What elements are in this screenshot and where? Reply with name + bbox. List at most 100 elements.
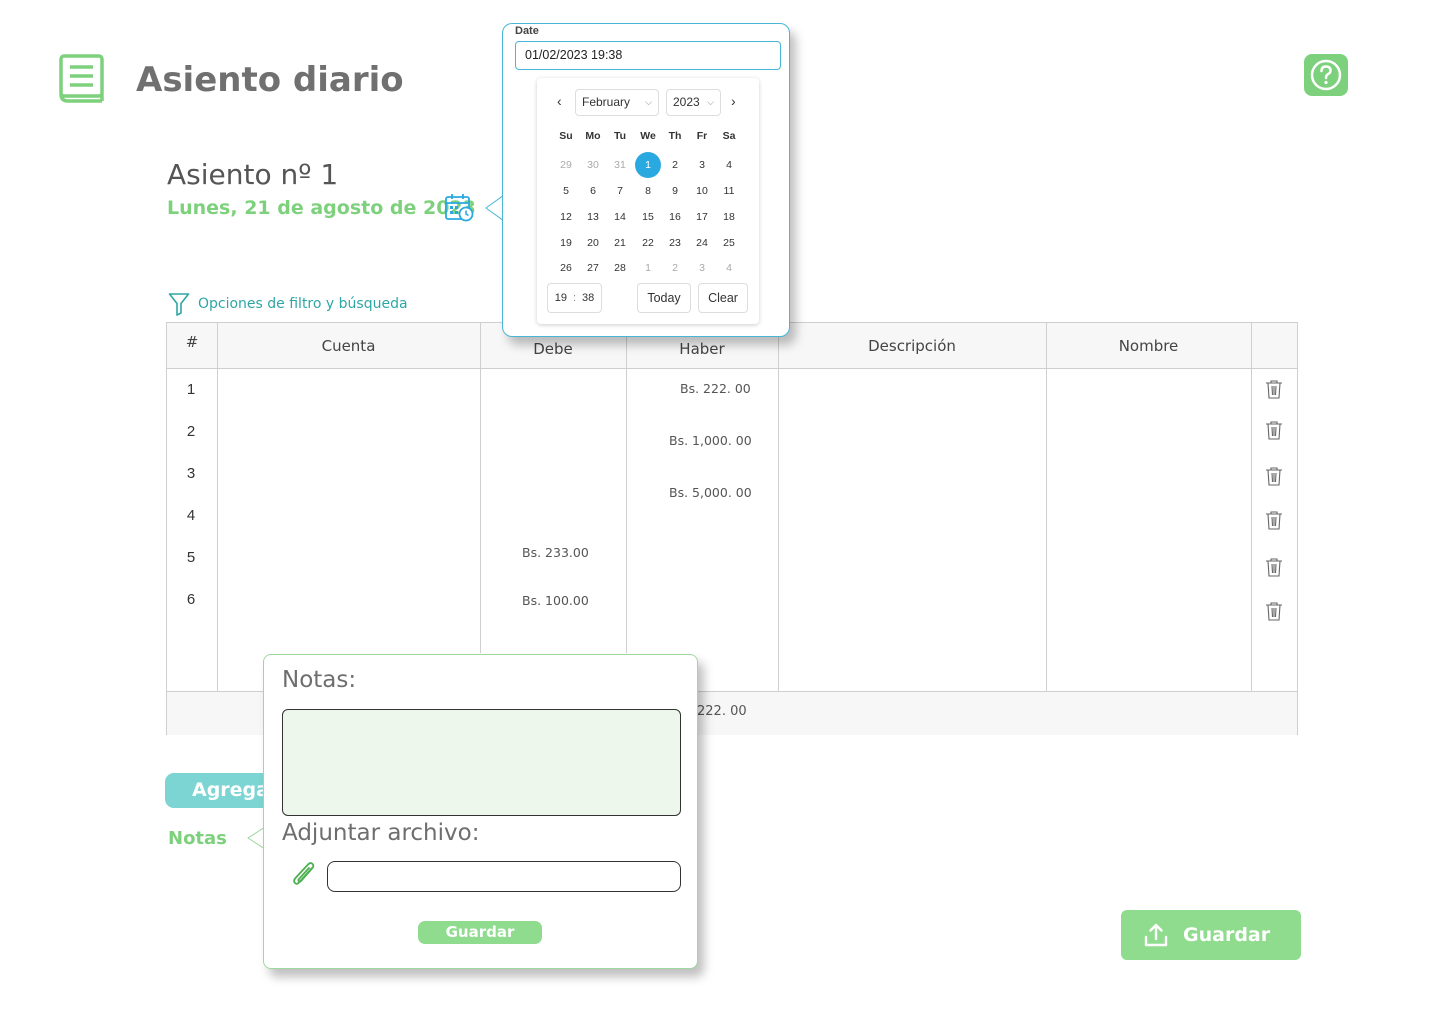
row-number: 3 — [186, 465, 196, 482]
calendar-day[interactable]: 4 — [716, 155, 742, 175]
filter-icon — [168, 293, 190, 316]
paperclip-icon[interactable] — [290, 861, 318, 891]
col-cuenta: Cuenta — [321, 337, 376, 355]
calendar-day[interactable]: 3 — [689, 155, 715, 175]
calendar-day[interactable]: 18 — [716, 207, 742, 227]
entry-date: Lunes, 21 de agosto de 2023 — [167, 197, 476, 219]
calendar-day[interactable]: 30 — [580, 155, 606, 175]
trash-icon[interactable] — [1265, 510, 1283, 530]
notes-popover: Notas: Adjuntar archivo: Guardar — [263, 654, 698, 969]
calendar-day[interactable]: 20 — [580, 233, 606, 253]
year-select[interactable]: 2023 ⌵ — [666, 89, 721, 116]
calendar-day[interactable]: 24 — [689, 233, 715, 253]
weekday-label: Th — [668, 130, 682, 142]
footer-total: 222. 00 — [697, 704, 747, 719]
weekday-label: Sa — [722, 130, 736, 142]
calendar-day[interactable]: 26 — [553, 258, 579, 278]
debe-cell[interactable]: Bs. 233.00 — [522, 545, 589, 560]
haber-cell[interactable]: Bs. 5,000. 00 — [669, 485, 752, 500]
calendar-day[interactable]: 1 — [635, 258, 661, 278]
date-label: Date — [515, 25, 539, 37]
next-month-icon[interactable]: › — [731, 93, 736, 109]
calendar-day[interactable]: 22 — [635, 233, 661, 253]
selected-day[interactable]: 1 — [635, 152, 661, 178]
calendar-day[interactable]: 19 — [553, 233, 579, 253]
calendar-day[interactable]: 17 — [689, 207, 715, 227]
calendar-day[interactable]: 15 — [635, 207, 661, 227]
entry-title: Asiento nº 1 — [167, 158, 339, 191]
calendar-day[interactable]: 28 — [607, 258, 633, 278]
trash-icon[interactable] — [1265, 557, 1283, 577]
question-circle-icon — [1310, 59, 1342, 91]
save-button[interactable]: Guardar — [1121, 910, 1301, 960]
today-button[interactable]: Today — [637, 283, 691, 313]
notes-textarea[interactable] — [282, 709, 681, 816]
row-number: 2 — [186, 423, 196, 440]
calendar-day[interactable]: 4 — [716, 258, 742, 278]
row-number: 6 — [186, 591, 196, 608]
notes-button[interactable]: Notas — [168, 828, 227, 849]
trash-icon[interactable] — [1265, 379, 1283, 399]
calendar-day[interactable]: 21 — [607, 233, 633, 253]
calendar-day[interactable]: 9 — [662, 181, 688, 201]
col-descripcion: Descripción — [868, 337, 956, 355]
calendar-day[interactable]: 23 — [662, 233, 688, 253]
book-icon — [59, 54, 104, 103]
weekday-label: Mo — [585, 130, 601, 142]
page-title: Asiento diario — [136, 60, 404, 100]
haber-cell[interactable]: Bs. 1,000. 00 — [669, 433, 752, 448]
row-number: 1 — [186, 381, 196, 398]
calendar-day[interactable]: 11 — [716, 181, 742, 201]
col-nombre: Nombre — [1118, 337, 1179, 355]
trash-icon[interactable] — [1265, 601, 1283, 621]
month-value: February — [582, 95, 631, 109]
calendar-day[interactable]: 29 — [553, 155, 579, 175]
minute-value[interactable]: 38 — [582, 292, 594, 304]
weekday-label: Su — [559, 130, 573, 142]
upload-icon — [1144, 923, 1168, 947]
row-number: 4 — [186, 507, 196, 524]
calendar-day[interactable]: 16 — [662, 207, 688, 227]
help-button[interactable] — [1304, 54, 1348, 96]
attach-label: Adjuntar archivo: — [282, 820, 480, 846]
weekday-label: Fr — [696, 130, 708, 142]
hour-value[interactable]: 19 — [555, 292, 567, 304]
calendar-day[interactable]: 10 — [689, 181, 715, 201]
date-input[interactable]: 01/02/2023 19:38 — [515, 41, 781, 70]
prev-month-icon[interactable]: ‹ — [557, 93, 562, 109]
trash-icon[interactable] — [1265, 420, 1283, 440]
calendar: ‹ February ⌵ 2023 ⌵ › Su Mo Tu We Th Fr Sa 29 3… — [537, 78, 759, 324]
calendar-day[interactable]: 25 — [716, 233, 742, 253]
calendar-day[interactable]: 6 — [580, 181, 606, 201]
notes-save-button[interactable]: Guardar — [418, 921, 542, 944]
debe-cell[interactable]: Bs. 100.00 — [522, 593, 589, 608]
calendar-day[interactable]: 2 — [662, 258, 688, 278]
date-picker: Date 01/02/2023 19:38 ‹ February ⌵ 2023 … — [502, 23, 790, 337]
filter-options[interactable]: Opciones de filtro y búsqueda — [168, 292, 408, 316]
calendar-day[interactable]: 27 — [580, 258, 606, 278]
month-select[interactable]: February ⌵ — [575, 89, 659, 116]
calendar-day[interactable]: 14 — [607, 207, 633, 227]
calendar-day[interactable]: 8 — [635, 181, 661, 201]
year-value: 2023 — [673, 95, 700, 109]
trash-icon[interactable] — [1265, 466, 1283, 486]
filter-label: Opciones de filtro y búsqueda — [198, 296, 408, 312]
clear-button[interactable]: Clear — [698, 283, 748, 313]
save-button-label: Guardar — [1183, 924, 1271, 946]
calendar-day[interactable]: 3 — [689, 258, 715, 278]
calendar-day[interactable]: 2 — [662, 155, 688, 175]
calendar-day[interactable]: 31 — [607, 155, 633, 175]
col-actions — [1251, 323, 1298, 369]
calendar-day[interactable]: 13 — [580, 207, 606, 227]
file-input[interactable] — [327, 861, 681, 892]
chevron-down-icon: ⌵ — [645, 97, 652, 107]
calendar-day[interactable]: 12 — [553, 207, 579, 227]
haber-cell[interactable]: Bs. 222. 00 — [680, 381, 751, 396]
calendar-clock-icon[interactable] — [444, 192, 474, 222]
weekday-label: Tu — [613, 130, 627, 142]
calendar-day[interactable]: 5 — [553, 181, 579, 201]
notes-label: Notas: — [282, 667, 357, 693]
time-input[interactable]: 19 : 38 — [547, 283, 602, 313]
col-number: # — [185, 333, 199, 351]
calendar-day[interactable]: 7 — [607, 181, 633, 201]
